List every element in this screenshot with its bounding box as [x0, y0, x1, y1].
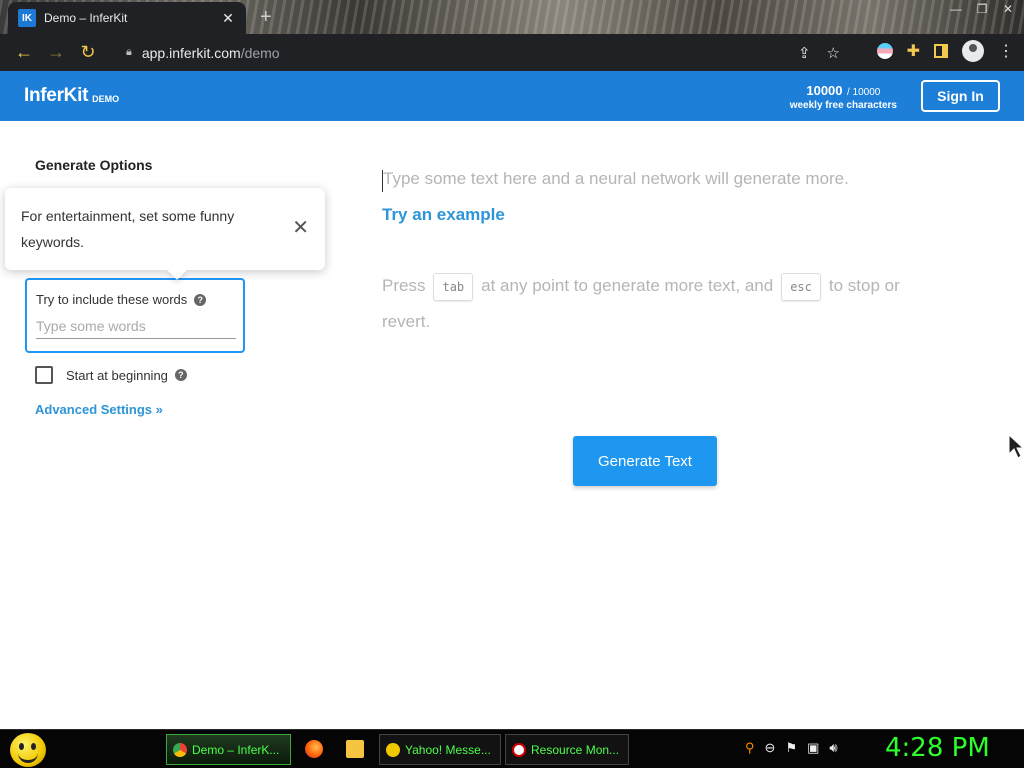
inferkit-favicon-icon: IK — [18, 9, 36, 27]
advanced-settings-link[interactable]: Advanced Settings » — [35, 402, 163, 417]
tab-key-badge: tab — [433, 272, 474, 301]
generate-options-title: Generate Options — [35, 157, 153, 173]
quota-max: / 10000 — [846, 86, 881, 98]
taskbar-item-yahoo[interactable]: Yahoo! Messe... — [379, 734, 501, 765]
generate-text-button[interactable]: Generate Text — [573, 436, 717, 486]
taskbar-item-chrome[interactable]: Demo – InferK... — [166, 734, 291, 765]
firefox-icon[interactable] — [305, 740, 323, 758]
quota-used: 10000 — [806, 82, 843, 98]
keywords-label-text: Try to include these words — [36, 292, 188, 307]
extensions-puzzle-icon[interactable]: ✚ — [907, 41, 920, 61]
search-icon[interactable]: ⚲ — [745, 740, 755, 756]
taskbar-item-label: Demo – InferK... — [192, 742, 280, 757]
forward-arrow-icon[interactable]: → — [42, 39, 70, 67]
restore-icon[interactable]: ❐ — [974, 2, 990, 16]
url-host: app.inferkit.com — [141, 44, 241, 61]
taskbar-item-label: Resource Mon... — [531, 742, 620, 757]
keywords-help-icon[interactable]: ? — [194, 293, 207, 306]
yahoo-messenger-icon — [386, 742, 400, 757]
reload-icon[interactable]: ↻ — [74, 39, 102, 67]
brand-demo-tag: DEMO — [92, 94, 120, 104]
share-icon[interactable]: ⇪ — [798, 44, 811, 62]
keywords-tooltip: For entertainment, set some funny keywor… — [5, 188, 325, 270]
start-smiley-icon[interactable] — [10, 733, 46, 767]
browser-tab[interactable]: IK Demo – InferKit ✕ — [8, 2, 246, 34]
chrome-icon — [173, 742, 187, 757]
sign-in-button[interactable]: Sign In — [921, 80, 1000, 112]
profile-avatar-icon[interactable] — [962, 40, 984, 62]
tooltip-close-icon[interactable]: ✕ — [292, 218, 309, 238]
extension-flag-icon[interactable] — [876, 43, 893, 59]
app-header: InferKit DEMO 10000 / 10000 weekly free … — [0, 71, 1024, 121]
esc-key-badge: esc — [781, 272, 821, 301]
browser-menu-icon[interactable]: ⋮ — [998, 41, 1014, 61]
window-close-icon[interactable]: ✕ — [1000, 2, 1016, 16]
keyboard-hint: Press tab at any point to generate more te… — [382, 268, 922, 340]
browser-toolbar: ← → ↻ 🔒︎ app.inferkit.com/demo ⇪ ☆ ✚ ⋮ — [0, 34, 1024, 71]
start-at-beginning-row: Start at beginning ? — [35, 366, 187, 384]
tab-title: Demo – InferKit — [44, 11, 128, 25]
new-tab-button[interactable]: + — [260, 6, 272, 29]
browser-tab-strip: IK Demo – InferKit ✕ + — ❐ ✕ — [0, 0, 1024, 34]
quota-display: 10000 / 10000 weekly free characters — [790, 82, 897, 111]
brand-logo[interactable]: InferKit — [24, 85, 88, 107]
action-center-flag-icon[interactable]: ⚑ — [785, 740, 797, 756]
folder-icon[interactable] — [346, 740, 364, 758]
back-arrow-icon[interactable]: ← — [10, 39, 38, 67]
hint-mid: at any point to generate more text, and — [481, 276, 774, 295]
network-icon[interactable]: ▣ — [807, 740, 819, 756]
start-at-beginning-label[interactable]: Start at beginning — [66, 368, 168, 383]
taskbar: Demo – InferK... Yahoo! Messe... Resourc… — [0, 729, 1024, 768]
system-tray: ⚲ ⊖ ⚑ ▣ 🔊︎ — [745, 740, 838, 756]
taskbar-item-resource-monitor[interactable]: Resource Mon... — [505, 734, 629, 765]
quota-label: weekly free characters — [789, 99, 897, 111]
taskbar-item-label: Yahoo! Messe... — [405, 742, 491, 757]
tooltip-text: For entertainment, set some funny keywor… — [21, 208, 235, 250]
status-icon[interactable]: ⊖ — [765, 740, 776, 756]
try-example-link[interactable]: Try an example — [382, 205, 505, 225]
volume-icon[interactable]: 🔊︎ — [829, 740, 837, 756]
hint-press: Press — [382, 276, 426, 295]
keywords-field-box: Try to include these words ? — [25, 278, 245, 353]
tab-close-icon[interactable]: ✕ — [220, 10, 236, 27]
bookmark-star-icon[interactable]: ☆ — [827, 44, 840, 62]
window-controls: — ❐ ✕ — [948, 2, 1016, 16]
mouse-cursor-icon — [1008, 434, 1024, 459]
taskbar-clock[interactable]: 4:28 PM — [885, 733, 990, 763]
minimize-icon[interactable]: — — [948, 2, 964, 16]
lock-icon: 🔒︎ — [126, 46, 132, 58]
start-help-icon[interactable]: ? — [174, 369, 187, 381]
keywords-input[interactable] — [36, 318, 236, 339]
resource-monitor-icon — [512, 742, 526, 757]
editor-placeholder[interactable]: Type some text here and a neural network… — [383, 169, 849, 189]
side-panel-icon[interactable] — [934, 44, 948, 58]
start-at-beginning-checkbox[interactable] — [35, 366, 53, 384]
address-bar[interactable]: 🔒︎ app.inferkit.com/demo ⇪ ☆ — [118, 38, 848, 67]
url-path: /demo — [240, 44, 280, 61]
keywords-label: Try to include these words ? — [36, 292, 234, 307]
